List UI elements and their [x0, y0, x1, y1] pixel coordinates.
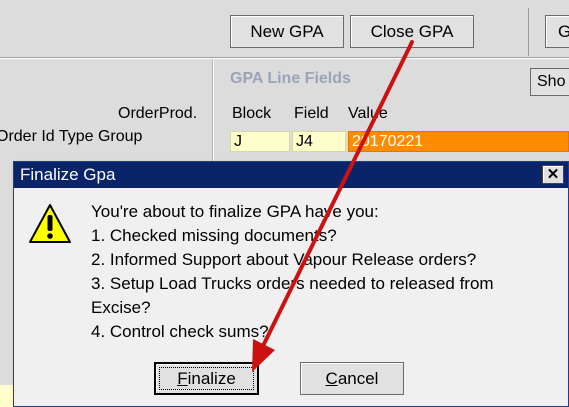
finalize-gpa-dialog: Finalize Gpa ✕ You're about to finalize … — [13, 161, 569, 407]
cancel-button[interactable]: Cancel — [300, 362, 404, 395]
toolbar: New GPA Close GPA G — [0, 0, 569, 58]
cancel-label: ancel — [337, 369, 379, 388]
toolbar-button-partial[interactable]: G — [545, 15, 569, 48]
column-block: Block — [232, 105, 272, 122]
close-icon[interactable]: ✕ — [542, 165, 564, 184]
order-table-header-top: OrderProd. — [118, 105, 198, 122]
message-line: Excise? — [91, 298, 151, 317]
show-button[interactable]: Sho — [530, 68, 569, 96]
gpa-line-fields-title: GPA Line Fields — [230, 70, 351, 87]
column-field: Field — [294, 105, 329, 122]
order-table-header-bottom: Order Id Type Group — [0, 128, 143, 145]
column-value: Value — [348, 105, 388, 122]
warning-icon — [29, 204, 71, 243]
message-line: 4. Control check sums? — [91, 322, 269, 341]
finalize-button[interactable]: Finalize — [154, 362, 259, 395]
message-line: You're about to finalize GPA have you: — [91, 202, 379, 221]
close-gpa-button[interactable]: Close GPA — [350, 15, 474, 48]
toolbar-separator — [528, 8, 529, 56]
message-line: 1. Checked missing documents? — [91, 226, 337, 245]
dialog-title-bar[interactable]: Finalize Gpa ✕ — [14, 162, 568, 188]
focus-rectangle — [159, 367, 254, 390]
cell-field[interactable]: J4 — [292, 131, 346, 152]
message-line: 2. Informed Support about Vapour Release… — [91, 250, 477, 269]
row-highlight — [0, 385, 14, 407]
new-gpa-button[interactable]: New GPA — [230, 15, 344, 48]
message-line: 3. Setup Load Trucks orders needed to re… — [91, 274, 494, 293]
cell-block[interactable]: J — [230, 131, 290, 152]
cell-value[interactable]: 20170221 — [348, 131, 569, 152]
dialog-title: Finalize Gpa — [20, 165, 116, 184]
cancel-mnemonic: C — [325, 369, 338, 388]
